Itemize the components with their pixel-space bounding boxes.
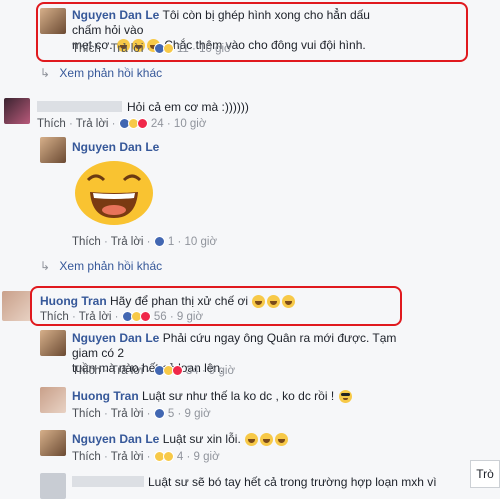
- like-link[interactable]: Thích: [72, 365, 101, 377]
- like-reaction-icon: [153, 408, 165, 420]
- comment-text: Luật sư xin lỗi.: [162, 432, 241, 446]
- avatar[interactable]: [4, 98, 30, 124]
- more-replies-label: Xem phản hồi khác: [59, 259, 163, 273]
- more-replies-label: Xem phản hồi khác: [59, 66, 163, 80]
- reply-link[interactable]: Trả lời: [111, 451, 144, 463]
- reply-link[interactable]: Trả lời: [111, 408, 144, 420]
- like-link[interactable]: Thích: [72, 236, 101, 248]
- reaction-count[interactable]: 1: [168, 236, 174, 248]
- redacted-name: [72, 476, 144, 487]
- comment-author[interactable]: Huong Tran: [72, 389, 139, 403]
- avatar[interactable]: [40, 137, 66, 163]
- comment-time[interactable]: 10 giờ: [185, 236, 217, 248]
- comment-author[interactable]: Nguyen Dan Le: [72, 331, 159, 345]
- reactions[interactable]: [153, 236, 165, 248]
- reactions[interactable]: [153, 365, 183, 377]
- reply-arrow-icon: ↳: [40, 66, 51, 80]
- avatar[interactable]: [40, 387, 66, 413]
- comment-body: Huong Tran Luật sư như thế la ko dc , ko…: [72, 389, 353, 404]
- laugh-emoji-icon: [275, 433, 289, 447]
- love-reaction-icon: [136, 118, 148, 130]
- reaction-count[interactable]: 4: [177, 451, 183, 463]
- avatar[interactable]: [40, 330, 66, 356]
- reactions[interactable]: [153, 451, 174, 463]
- avatar[interactable]: [40, 430, 66, 456]
- comment-author[interactable]: Nguyen Dan Le: [72, 140, 159, 154]
- like-reaction-icon: [153, 236, 165, 248]
- comment-meta: Thích · Trả lời · 24 · 10 giờ: [37, 118, 207, 130]
- sad-reaction-icon: [162, 451, 174, 463]
- comment-body: Nguyen Dan Le Luật sư xin lỗi.: [72, 432, 289, 447]
- like-link[interactable]: Thích: [37, 118, 66, 130]
- comment-meta: Thích · Trả lời · 4 · 9 giờ: [72, 451, 220, 463]
- laugh-emoji-icon: [245, 433, 259, 447]
- like-link[interactable]: Thích: [72, 451, 101, 463]
- reaction-count[interactable]: 5: [168, 408, 174, 420]
- reaction-count[interactable]: 34: [186, 365, 199, 377]
- redacted-name: [37, 101, 122, 112]
- highlight-box: [30, 286, 402, 326]
- comment-meta: Thích · Trả lời · 5 · 9 giờ: [72, 408, 211, 420]
- comment-author[interactable]: Nguyen Dan Le: [72, 432, 159, 446]
- comment-meta: Thích · Trả lời · 1 · 10 giờ: [72, 236, 218, 248]
- comment-meta: Thích · Trả lời · 34 · 9 giờ: [72, 365, 236, 377]
- laugh-emoji-icon: [260, 433, 274, 447]
- reply-link[interactable]: Trả lời: [111, 236, 144, 248]
- avatar[interactable]: [2, 291, 32, 321]
- chat-button-label: Trò: [476, 467, 494, 481]
- reaction-count[interactable]: 24: [151, 118, 164, 130]
- chat-button[interactable]: Trò: [470, 460, 500, 488]
- reply-arrow-icon: ↳: [40, 259, 51, 273]
- avatar[interactable]: [40, 473, 66, 499]
- love-reaction-icon: [171, 365, 183, 377]
- comment-text: Hỏi cả em cơ mà :)))))): [127, 100, 249, 114]
- sunglasses-emoji-icon: [338, 390, 352, 404]
- comment-text: Luật sư như thế la ko dc , ko dc rồi !: [142, 389, 335, 403]
- comment-text: Luật sư sẽ bó tay hết cả trong trường hợ…: [148, 475, 437, 489]
- like-link[interactable]: Thích: [72, 408, 101, 420]
- more-replies-link[interactable]: ↳ Xem phản hồi khác: [40, 66, 162, 80]
- comment-time[interactable]: 10 giờ: [174, 118, 206, 130]
- comment-time[interactable]: 9 giờ: [209, 365, 235, 377]
- reply-link[interactable]: Trả lời: [111, 365, 144, 377]
- reactions[interactable]: [118, 118, 148, 130]
- laugh-sticker-icon: [75, 161, 153, 225]
- comment-time[interactable]: 9 giờ: [185, 408, 211, 420]
- more-replies-link[interactable]: ↳ Xem phản hồi khác: [40, 259, 162, 273]
- comment-time[interactable]: 9 giờ: [194, 451, 220, 463]
- reply-link[interactable]: Trả lời: [76, 118, 109, 130]
- highlight-box: [36, 2, 468, 62]
- reactions[interactable]: [153, 408, 165, 420]
